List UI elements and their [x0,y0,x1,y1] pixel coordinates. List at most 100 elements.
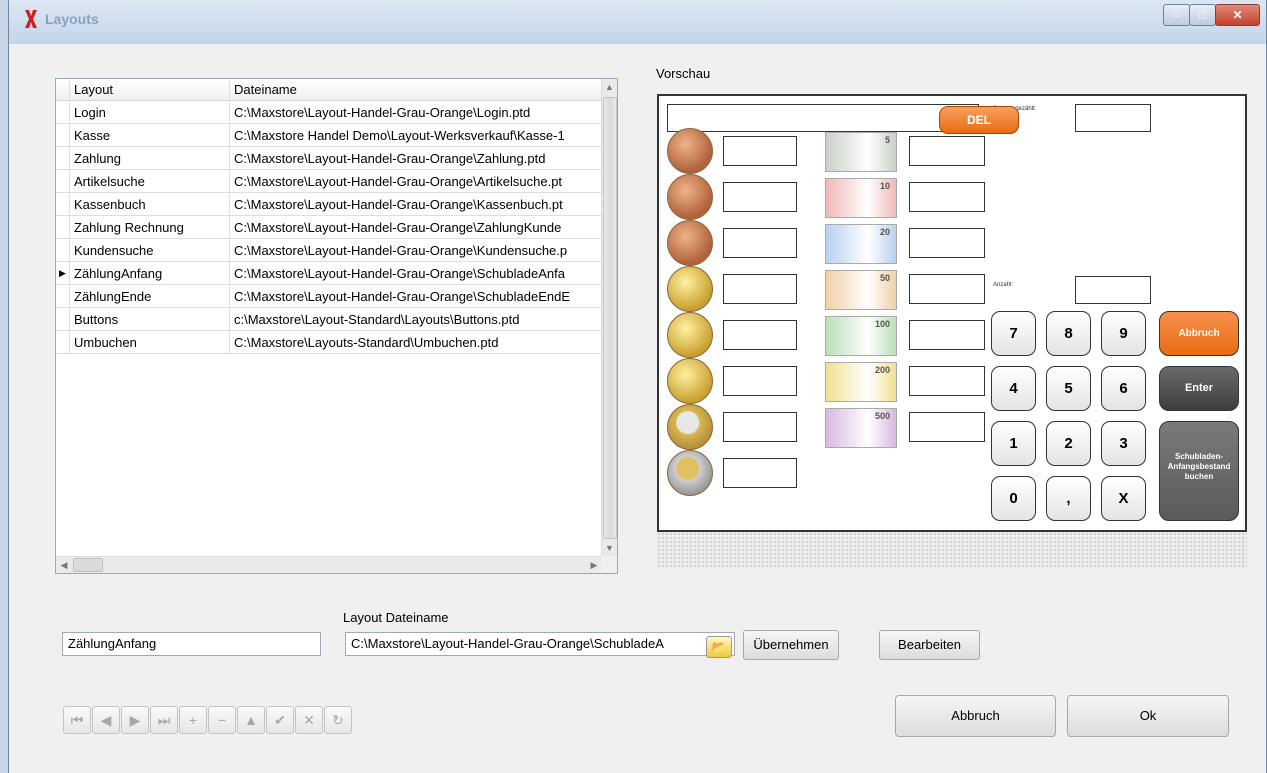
maximize-button[interactable]: □ [1189,4,1216,26]
banknote-value: 20 [879,227,890,237]
row-indicator[interactable] [56,285,70,308]
cell-dateiname[interactable]: C:\Maxstore\Layout-Handel-Grau-Orange\Za… [230,147,602,170]
nav-edit-icon[interactable]: ▲ [237,706,265,734]
layout-preview: Summe gezählt: Anzahl: 5102050100200500 … [657,94,1247,532]
cell-dateiname[interactable]: C:\Maxstore\Layout-Handel-Grau-Orange\Sc… [230,285,602,308]
table-row[interactable]: Artikelsuche C:\Maxstore\Layout-Handel-Gr… [56,170,602,193]
scroll-down-icon[interactable]: ▼ [602,540,617,557]
table-row[interactable]: ZählungEnde C:\Maxstore\Layout-Handel-Gra… [56,285,602,308]
coin-count-field [723,228,797,258]
cell-layout[interactable]: Login [70,101,230,124]
cell-layout[interactable]: Artikelsuche [70,170,230,193]
layout-name-input[interactable]: ZählungAnfang [62,632,321,656]
nav-last-icon[interactable]: ⏭ [150,706,178,734]
coin-count-field [723,274,797,304]
preview-keypad-key: , [1046,476,1091,521]
cell-layout[interactable]: Umbuchen [70,331,230,354]
horizontal-scrollbar[interactable]: ◀ ▶ [56,556,602,573]
table-row[interactable]: Umbuchen C:\Maxstore\Layouts-Standard\Umb… [56,331,602,354]
cell-dateiname[interactable]: C:\Maxstore\Layouts-Standard\Umbuchen.pt… [230,331,602,354]
nav-cancel-icon[interactable]: ✕ [295,706,323,734]
scroll-right-icon[interactable]: ▶ [586,557,602,574]
cell-dateiname[interactable]: C:\Maxstore\Layout-Handel-Grau-Orange\Za… [230,216,602,239]
table-row[interactable]: ▶ ZählungAnfang C:\Maxstore\Layout-Handel-… [56,262,602,285]
cell-layout[interactable]: Kassenbuch [70,193,230,216]
cell-dateiname[interactable]: C:\Maxstore\Layout-Handel-Grau-Orange\Ku… [230,239,602,262]
folder-open-icon[interactable]: 📂 [706,636,732,658]
note-count-field [909,412,985,442]
row-indicator[interactable] [56,331,70,354]
coin-count-field [723,320,797,350]
preview-keypad-key: 6 [1101,366,1146,411]
bearbeiten-button[interactable]: Bearbeiten [879,630,980,660]
table-row[interactable]: Login C:\Maxstore\Layout-Handel-Grau-Oran… [56,101,602,124]
scroll-left-icon[interactable]: ◀ [56,557,72,574]
cell-dateiname[interactable]: C:\Maxstore Handel Demo\Layout-Werksverk… [230,124,602,147]
vertical-scrollbar[interactable]: ▲ ▼ [601,79,617,557]
preview-keypad-key: 0 [991,476,1036,521]
uebernehmen-button[interactable]: Übernehmen [743,630,839,660]
coin-count-field [723,136,797,166]
nav-prior-icon[interactable]: ◀ [92,706,120,734]
note-count-field [909,136,985,166]
nav-first-icon[interactable]: ⏮ [63,706,91,734]
coin-count-field [723,182,797,212]
table-row[interactable]: Kundensuche C:\Maxstore\Layout-Handel-Gra… [56,239,602,262]
row-indicator[interactable]: ▶ [56,262,70,285]
table-row[interactable]: Kassenbuch C:\Maxstore\Layout-Handel-Grau… [56,193,602,216]
cell-layout[interactable]: ZählungAnfang [70,262,230,285]
nav-insert-icon[interactable]: + [179,706,207,734]
row-indicator[interactable] [56,124,70,147]
table-row[interactable]: Buttons c:\Maxstore\Layout-Standard\Layou… [56,308,602,331]
nav-post-icon[interactable]: ✔ [266,706,294,734]
close-button[interactable]: ✕ [1215,4,1260,26]
row-indicator[interactable] [56,101,70,124]
row-indicator[interactable] [56,147,70,170]
title-bar[interactable]: Layouts – □ ✕ [9,0,1266,44]
column-header-dateiname[interactable]: Dateiname [230,79,602,101]
cell-dateiname[interactable]: C:\Maxstore\Layout-Handel-Grau-Orange\Lo… [230,101,602,124]
window-title: Layouts [45,11,99,27]
cell-layout[interactable]: Kundensuche [70,239,230,262]
ok-button[interactable]: Ok [1067,695,1229,737]
banknote-value: 5 [884,135,890,145]
coin-count-field [723,458,797,488]
row-indicator[interactable] [56,308,70,331]
note-count-field [909,182,985,212]
column-header-layout[interactable]: Layout [70,79,230,101]
vertical-scroll-thumb[interactable] [603,97,617,539]
row-indicator[interactable] [56,170,70,193]
cell-dateiname[interactable]: C:\Maxstore\Layout-Handel-Grau-Orange\Ar… [230,170,602,193]
nav-next-icon[interactable]: ▶ [121,706,149,734]
row-indicator-header [56,79,70,101]
scroll-up-icon[interactable]: ▲ [602,79,617,96]
note-count-field [909,366,985,396]
row-indicator[interactable] [56,239,70,262]
cell-layout[interactable]: Zahlung [70,147,230,170]
minimize-button[interactable]: – [1163,4,1190,26]
horizontal-scroll-thumb[interactable] [73,558,103,572]
table-row[interactable]: Kasse C:\Maxstore Handel Demo\Layout-Werk… [56,124,602,147]
cell-layout[interactable]: Zahlung Rechnung [70,216,230,239]
client-area: Layout Dateiname Login C:\Maxstore\Layout… [9,44,1266,773]
cell-layout[interactable]: Kasse [70,124,230,147]
row-indicator[interactable] [56,216,70,239]
nav-delete-icon[interactable]: − [208,706,236,734]
filename-input[interactable]: C:\Maxstore\Layout-Handel-Grau-Orange\Sc… [345,632,735,656]
table-row[interactable]: Zahlung Rechnung C:\Maxstore\Layout-Hande… [56,216,602,239]
cell-layout[interactable]: Buttons [70,308,230,331]
cell-dateiname[interactable]: C:\Maxstore\Layout-Handel-Grau-Orange\Ka… [230,193,602,216]
coin-image [667,450,713,496]
layouts-grid[interactable]: Layout Dateiname Login C:\Maxstore\Layout… [55,78,618,574]
app-logo-icon [25,10,37,28]
row-indicator[interactable] [56,193,70,216]
cell-dateiname[interactable]: C:\Maxstore\Layout-Handel-Grau-Orange\Sc… [230,262,602,285]
abbruch-button[interactable]: Abbruch [895,695,1056,737]
nav-refresh-icon[interactable]: ↻ [324,706,352,734]
cell-layout[interactable]: ZählungEnde [70,285,230,308]
cell-dateiname[interactable]: c:\Maxstore\Layout-Standard\Layouts\Butt… [230,308,602,331]
banknote-value: 10 [879,181,890,191]
preview-enter-button: Enter [1159,366,1239,411]
banknote-image: 20 [825,224,897,264]
table-row[interactable]: Zahlung C:\Maxstore\Layout-Handel-Grau-Or… [56,147,602,170]
